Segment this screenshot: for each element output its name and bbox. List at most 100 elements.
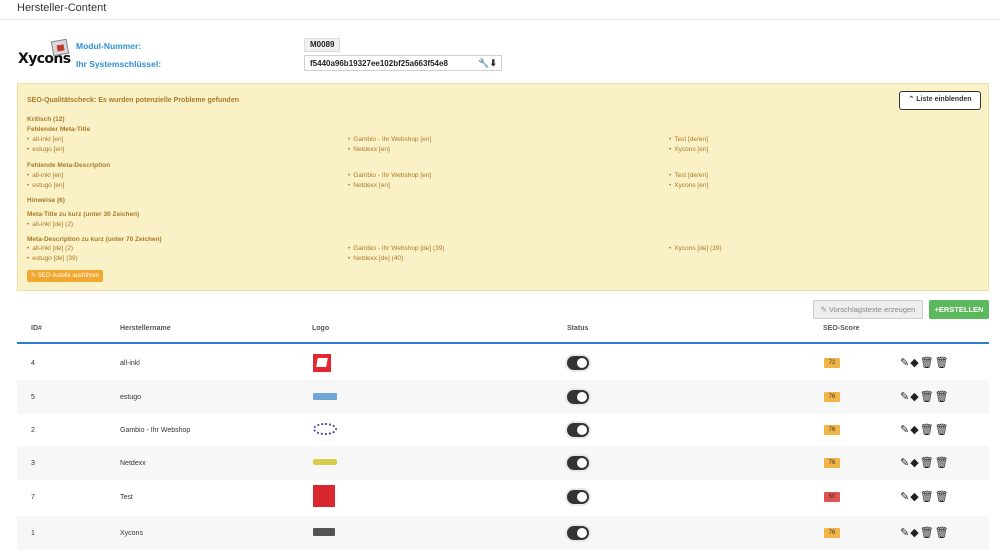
seo-score-badge: 76 xyxy=(824,425,840,435)
row-id: 2 xyxy=(31,427,35,434)
create-button[interactable]: +ERSTELLEN xyxy=(929,300,989,319)
table-row: 3 Netdexx 76 ✎◆🗑🗑 xyxy=(17,446,989,480)
edit-icon[interactable]: ✎ xyxy=(900,424,910,436)
row-manufacturer-name: Test xyxy=(120,494,133,501)
systemschluessel-label: Ihr Systemschlüssel: xyxy=(76,59,162,69)
eraser-icon[interactable]: ◆ xyxy=(910,357,919,369)
all-inkl-logo xyxy=(313,354,331,372)
missing-meta-description-heading: Fehlende Meta-Description xyxy=(27,162,111,169)
row-id: 1 xyxy=(31,530,35,537)
short-meta-description-heading: Meta-Description zu kurz (unter 70 Zeich… xyxy=(27,236,162,243)
row-id: 7 xyxy=(31,494,35,501)
row-id: 4 xyxy=(31,360,35,367)
list-item: Test [de/en] xyxy=(669,136,708,143)
seo-score-badge: 76 xyxy=(824,528,840,538)
eraser-icon[interactable]: ◆ xyxy=(910,391,919,403)
magic-wand-icon: ✎ xyxy=(31,273,37,279)
row-id: 3 xyxy=(31,460,35,467)
seo-score-badge: 76 xyxy=(824,458,840,468)
eraser-icon[interactable]: ◆ xyxy=(910,457,919,469)
list-item: Xycons [en] xyxy=(669,146,708,153)
list-item: estugo [de] (39) xyxy=(27,255,78,262)
missing-meta-title-heading: Fehlender Meta-Title xyxy=(27,126,91,133)
estugo-logo xyxy=(313,393,337,400)
eraser-icon[interactable]: ◆ xyxy=(910,491,919,503)
list-item: Netdexx [en] xyxy=(348,182,390,189)
table-row: 7 Test 60 ✎◆🗑🗑 xyxy=(17,480,989,514)
delete-icon[interactable]: 🗑 xyxy=(935,457,950,469)
table-row: 1 Xycons 76 ✎◆🗑🗑 xyxy=(17,516,989,550)
row-manufacturer-name: Gambio - Ihr Webshop xyxy=(120,427,191,434)
row-id: 5 xyxy=(31,394,35,401)
list-item: Xycons [en] xyxy=(669,182,708,189)
test-logo xyxy=(313,485,335,507)
list-item: Xycons [de] (39) xyxy=(669,245,721,252)
status-toggle[interactable] xyxy=(567,526,589,540)
magic-wand-icon: ✎ xyxy=(820,305,827,314)
xycons-logo xyxy=(313,528,335,536)
list-item: Netdexx [en] xyxy=(348,146,390,153)
edit-icon[interactable]: ✎ xyxy=(900,391,910,403)
seo-score-badge: 76 xyxy=(824,392,840,402)
row-manufacturer-name: all-inkl xyxy=(120,360,140,367)
list-item: Gambio - Ihr Webshop [de] (39) xyxy=(348,245,444,252)
wrench-icon[interactable]: 🔧 xyxy=(478,58,489,68)
hints-heading: Hinweise (6) xyxy=(27,197,65,204)
edit-icon[interactable]: ✎ xyxy=(900,527,910,539)
delete-icon[interactable]: 🗑 xyxy=(935,527,950,539)
trash-icon[interactable]: 🗑 xyxy=(920,391,935,403)
table-header-divider xyxy=(17,342,989,344)
eraser-icon[interactable]: ◆ xyxy=(910,424,919,436)
table-row: 2 Gambio - Ihr Webshop 76 ✎◆🗑🗑 xyxy=(17,413,989,447)
edit-icon[interactable]: ✎ xyxy=(900,357,910,369)
short-meta-title-heading: Meta-Title zu kurz (unter 30 Zeichen) xyxy=(27,211,140,218)
delete-icon[interactable]: 🗑 xyxy=(935,424,950,436)
seo-check-panel: SEO-Qualitätscheck: Es wurden potenziell… xyxy=(17,83,989,291)
status-toggle[interactable] xyxy=(567,456,589,470)
status-toggle[interactable] xyxy=(567,423,589,437)
system-key-field[interactable]: f5440a96b19327ee102bf25a663f54e8 🔧⬇ xyxy=(304,55,502,71)
trash-icon[interactable]: 🗑 xyxy=(920,357,935,369)
trash-icon[interactable]: 🗑 xyxy=(920,491,935,503)
list-item: Test [de/en] xyxy=(669,172,708,179)
status-toggle[interactable] xyxy=(567,356,589,370)
netdexx-logo xyxy=(313,459,337,465)
column-header-logo[interactable]: Logo xyxy=(312,325,329,332)
delete-icon[interactable]: 🗑 xyxy=(935,391,950,403)
list-item: Netdexx [de] (40) xyxy=(348,255,403,262)
gambio-logo xyxy=(313,423,337,435)
row-manufacturer-name: Xycons xyxy=(120,530,143,537)
critical-heading: Kritisch (12) xyxy=(27,116,65,123)
seo-score-badge: 60 xyxy=(824,492,840,502)
eraser-icon[interactable]: ◆ xyxy=(910,527,919,539)
xycons-logo: Xycons xyxy=(18,38,74,68)
list-item: estugo [en] xyxy=(27,146,64,153)
delete-icon[interactable]: 🗑 xyxy=(935,491,950,503)
row-manufacturer-name: estugo xyxy=(120,394,142,401)
edit-icon[interactable]: ✎ xyxy=(900,457,910,469)
show-list-button[interactable]: ⌃ Liste einblenden xyxy=(899,91,981,110)
status-toggle[interactable] xyxy=(567,390,589,404)
list-item: Gambio - Ihr Webshop [en] xyxy=(348,172,431,179)
list-item: Gambio - Ihr Webshop [en] xyxy=(348,136,431,143)
status-toggle[interactable] xyxy=(567,490,589,504)
seo-autofix-button[interactable]: ✎ SEO-Autofix ausführen xyxy=(27,270,104,282)
suggest-texts-button[interactable]: ✎ Vorschlagstexte erzeugen xyxy=(813,300,923,319)
chevron-up-icon: ⌃ xyxy=(908,96,915,103)
seo-check-title: SEO-Qualitätscheck: Es wurden potenziell… xyxy=(27,97,239,104)
download-icon[interactable]: ⬇ xyxy=(489,58,497,68)
logo-mark-icon xyxy=(50,38,70,57)
delete-icon[interactable]: 🗑 xyxy=(935,357,950,369)
column-header-name[interactable]: Herstellername xyxy=(120,325,171,332)
trash-icon[interactable]: 🗑 xyxy=(920,424,935,436)
system-key-value: f5440a96b19327ee102bf25a663f54e8 xyxy=(310,59,448,68)
trash-icon[interactable]: 🗑 xyxy=(920,527,935,539)
column-header-id[interactable]: ID# xyxy=(31,325,42,332)
seo-score-badge: 72 xyxy=(824,358,840,368)
column-header-status[interactable]: Status xyxy=(567,325,588,332)
modul-nummer-value: M0089 xyxy=(304,38,341,52)
trash-icon[interactable]: 🗑 xyxy=(920,457,935,469)
column-header-seo-score[interactable]: SEO-Score xyxy=(823,325,860,332)
list-item: all-inkl [en] xyxy=(27,172,63,179)
edit-icon[interactable]: ✎ xyxy=(900,491,910,503)
